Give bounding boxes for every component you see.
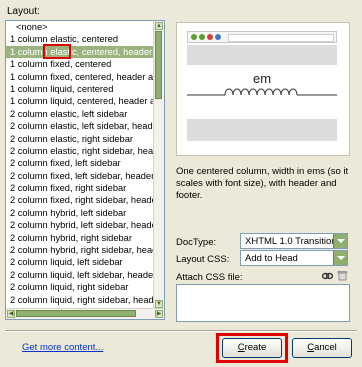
layout-listbox[interactable]: <none> 1 column elastic, centered 1 column… <box>5 20 165 320</box>
doctype-value: XHTML 1.0 Transitional <box>245 236 344 247</box>
layout-list-item[interactable]: 2 column elastic, right sidebar <box>6 133 154 145</box>
get-more-content-link[interactable]: Get more content... <box>22 342 103 353</box>
separator <box>5 330 357 332</box>
layout-list-item[interactable]: 2 column fixed, left sidebar, header and… <box>6 170 154 182</box>
trash-icon[interactable] <box>337 270 348 281</box>
layout-list: <none> 1 column elastic, centered 1 column… <box>6 21 154 306</box>
preview-browser-bar <box>187 31 337 43</box>
attach-css-label: Attach CSS file: <box>176 272 243 283</box>
layout-list-item[interactable]: 2 column hybrid, left sidebar, header an… <box>6 219 154 231</box>
link-icon[interactable] <box>322 272 333 280</box>
scroll-down-icon[interactable]: ▼ <box>155 300 163 308</box>
layout-list-item[interactable]: 2 column fixed, left sidebar <box>6 157 154 169</box>
preview-header <box>187 45 337 65</box>
vertical-scrollbar[interactable]: ▲ ▼ <box>153 21 164 309</box>
layout-description: One centered column, width in ems (so it… <box>176 166 349 201</box>
layout-list-item[interactable]: 2 column liquid, left sidebar, header an… <box>6 269 154 281</box>
chevron-down-icon[interactable] <box>333 234 347 248</box>
back-icon <box>191 34 197 40</box>
create-highlight-annotation <box>216 333 288 363</box>
elastic-highlight-annotation <box>43 44 71 59</box>
new-document-dialog: Layout: <none> 1 column elastic, centered… <box>0 0 362 367</box>
layout-list-item[interactable]: 2 column fixed, right sidebar <box>6 182 154 194</box>
refresh-icon <box>215 34 221 40</box>
preview-footer <box>187 119 337 141</box>
attach-css-list[interactable] <box>176 284 350 322</box>
preview-column: em <box>187 67 337 117</box>
horizontal-scrollbar[interactable]: ◀ ▶ <box>6 308 164 319</box>
cancel-button[interactable]: Cancel <box>292 338 352 358</box>
chevron-down-icon[interactable] <box>333 251 347 265</box>
layout-list-item[interactable]: 1 column fixed, centered <box>6 58 154 70</box>
layout-list-item[interactable]: 1 column liquid, centered <box>6 83 154 95</box>
stop-icon <box>207 34 213 40</box>
layout-list-item[interactable]: 2 column liquid, left sidebar <box>6 256 154 268</box>
layout-list-item[interactable]: 2 column liquid, right sidebar <box>6 281 154 293</box>
horizontal-scroll-thumb[interactable] <box>16 310 136 317</box>
doctype-label: DocType: <box>176 237 217 248</box>
layout-label: Layout: <box>7 6 40 17</box>
layout-list-item[interactable]: 2 column elastic, left sidebar, header a… <box>6 120 154 132</box>
preview-address-bar <box>228 34 334 42</box>
layout-list-item[interactable]: 2 column elastic, right sidebar, header … <box>6 145 154 157</box>
layout-list-item[interactable]: <none> <box>6 21 154 33</box>
scroll-up-icon[interactable]: ▲ <box>155 22 163 30</box>
layout-list-item[interactable]: 2 column fixed, right sidebar, header an… <box>6 194 154 206</box>
vertical-scroll-thumb[interactable] <box>155 31 162 99</box>
forward-icon <box>199 34 205 40</box>
layout-list-item[interactable]: 2 column hybrid, left sidebar <box>6 207 154 219</box>
doctype-select[interactable]: XHTML 1.0 Transitional <box>240 233 348 249</box>
layout-list-item[interactable]: 1 column elastic, centered, header and f… <box>6 45 154 59</box>
layout-list-item[interactable]: 2 column elastic, left sidebar <box>6 108 154 120</box>
layout-list-item[interactable]: 1 column elastic, centered <box>6 33 154 45</box>
layout-css-select[interactable]: Add to Head <box>240 250 348 266</box>
layout-list-item[interactable]: 2 column hybrid, right sidebar <box>6 232 154 244</box>
layout-css-label: Layout CSS: <box>176 254 230 265</box>
scroll-left-icon[interactable]: ◀ <box>7 310 15 318</box>
layout-list-item[interactable]: 2 column hybrid, right sidebar, header a… <box>6 244 154 256</box>
elastic-spring-icon <box>187 88 337 96</box>
layout-list-item[interactable]: 1 column liquid, centered, header and fo… <box>6 95 154 107</box>
scroll-right-icon[interactable]: ▶ <box>155 310 163 318</box>
layout-list-item[interactable]: 1 column fixed, centered, header and foo… <box>6 71 154 83</box>
preview-column-label: em <box>252 71 272 86</box>
layout-list-item[interactable]: 2 column liquid, right sidebar, header a… <box>6 294 154 306</box>
layout-preview: em <box>176 22 350 156</box>
layout-css-value: Add to Head <box>245 253 298 264</box>
